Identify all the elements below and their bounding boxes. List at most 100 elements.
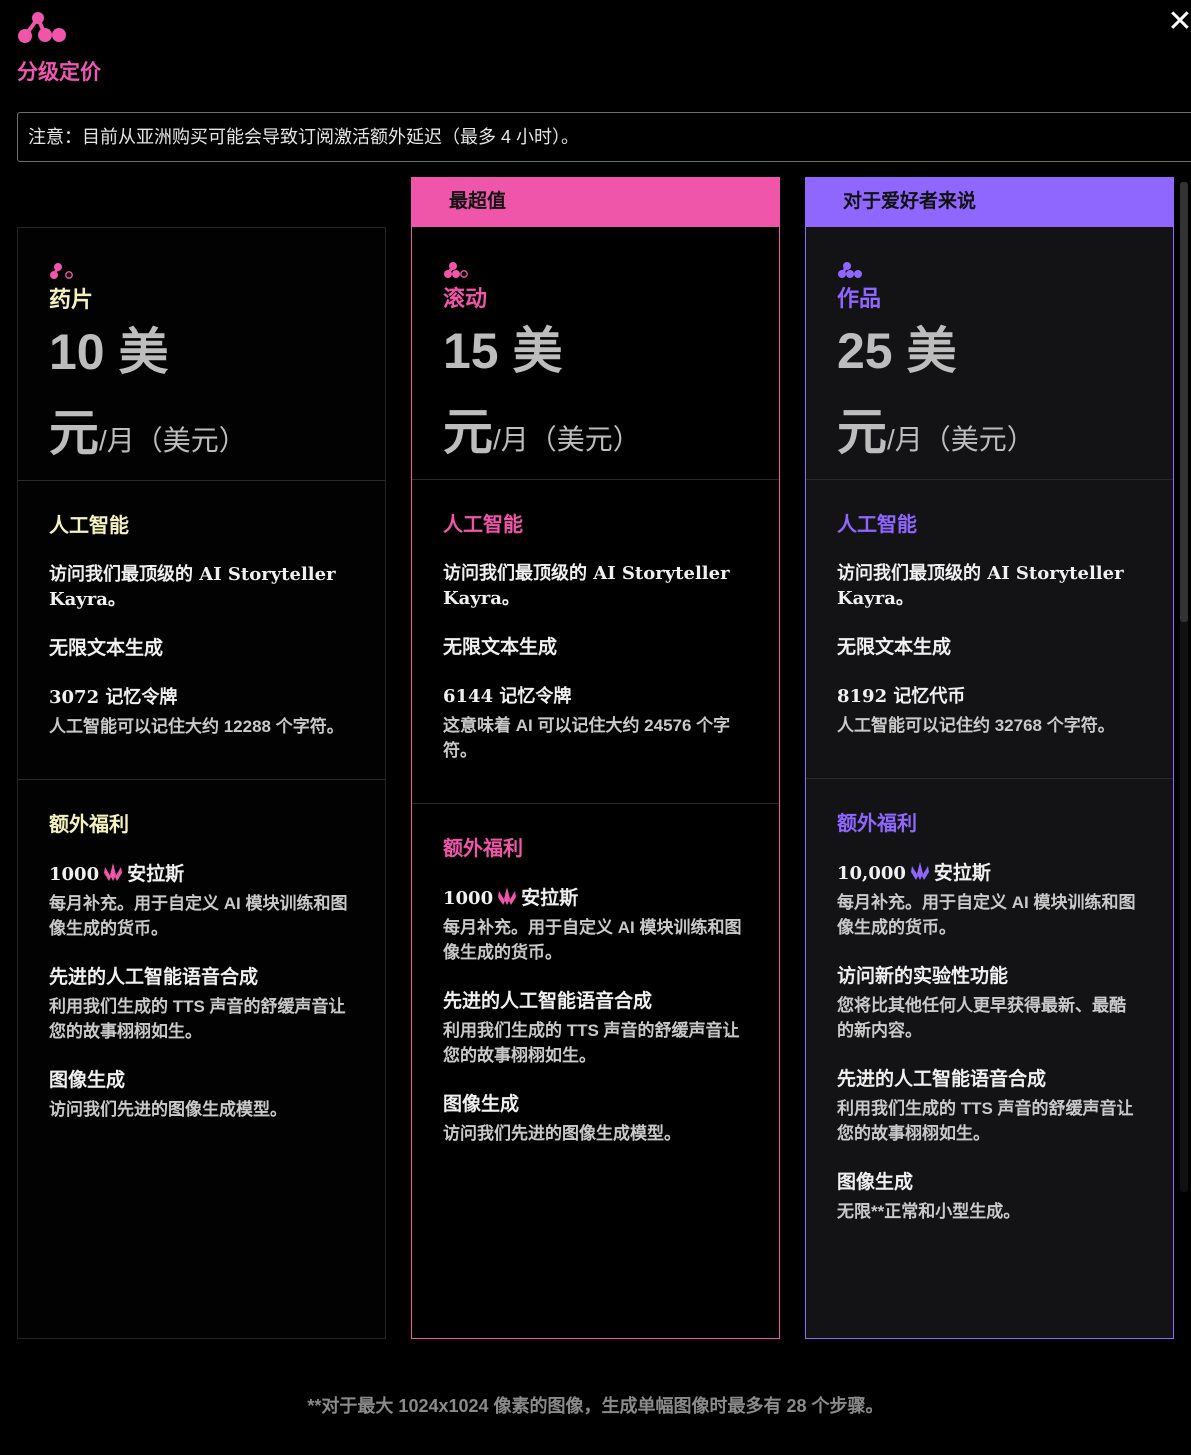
anlas-amount: 10,000 — [837, 863, 906, 884]
feature-desc: 访问我们先进的图像生成模型。 — [443, 1124, 681, 1143]
scrollbar-thumb[interactable] — [1180, 182, 1188, 622]
perks-section-title: 额外福利 — [49, 814, 129, 836]
feature-title: 图像生成 — [49, 1070, 126, 1091]
feature-item: 3072 记忆令牌 人工智能可以记住大约 12288 个字符。 — [49, 685, 354, 739]
tier-card-opus[interactable]: 作品 25 美元/月（美元） 人工智能 访问我们最顶级的 AI Storytel… — [805, 227, 1174, 1339]
feature-desc: 利用我们生成的 TTS 声音的舒缓声音让您的故事栩栩如生。 — [49, 997, 346, 1041]
perks-section: 额外福利 1000 安拉斯 每月补充。用于自定义 AI 模块训练和图像生成的货币。… — [18, 780, 385, 1122]
anlas-title: 1000 安拉斯 — [49, 861, 354, 887]
feature-desc: 利用我们生成的 TTS 声音的舒缓声音让您的故事栩栩如生。 — [837, 1099, 1134, 1143]
tier-card-tablet[interactable]: 药片 10 美元/月（美元） 人工智能 访问我们最顶级的 AI Storytel… — [17, 227, 386, 1339]
tier-name: 药片 — [49, 287, 94, 312]
feature-desc: 人工智能可以记住约 32768 个字符。 — [837, 716, 1115, 735]
feature-desc: 访问我们先进的图像生成模型。 — [49, 1100, 287, 1119]
feature-title: 先进的人工智能语音合成 — [49, 967, 259, 988]
footnote: **对于最大 1024x1024 像素的图像，生成单幅图像时最多有 28 个步骤… — [307, 1396, 884, 1416]
tier-header: 作品 25 美元/月（美元） — [806, 227, 1173, 480]
feature-item: 无限文本生成 — [837, 635, 1142, 660]
ai-section-title: 人工智能 — [443, 514, 523, 536]
feature-item: 先进的人工智能语音合成 利用我们生成的 TTS 声音的舒缓声音让您的故事栩栩如生… — [837, 1067, 1142, 1146]
anlas-label: 安拉斯 — [127, 864, 185, 885]
tier-header: 滚动 15 美元/月（美元） — [412, 227, 779, 480]
feature-item: 图像生成 访问我们先进的图像生成模型。 — [49, 1068, 354, 1122]
perks-section-title: 额外福利 — [837, 813, 917, 835]
feature-title: 8192 记忆代币 — [837, 686, 966, 707]
feature-item: 无限文本生成 — [443, 635, 748, 660]
tier-name: 滚动 — [443, 286, 488, 311]
perks-section: 额外福利 1000 安拉斯 每月补充。用于自定义 AI 模块训练和图像生成的货币。… — [412, 804, 779, 1146]
feature-item: 无限文本生成 — [49, 636, 354, 661]
close-icon: ✕ — [1167, 5, 1191, 38]
notice-banner: 注意：目前从亚洲购买可能会导致订阅激活额外延迟（最多 4 小时）。 — [17, 112, 1191, 162]
badge-best-value: 最超值 — [411, 177, 780, 227]
feature-title: 无限文本生成 — [837, 637, 952, 658]
anlas-amount: 1000 — [443, 888, 494, 909]
feature-desc: 无限**正常和小型生成。 — [837, 1202, 1021, 1221]
tier-scroll-icon — [444, 262, 468, 278]
feature-title: 3072 记忆令牌 — [49, 687, 178, 708]
feature-desc: 每月补充。用于自定义 AI 模块训练和图像生成的货币。 — [837, 893, 1136, 937]
feature-item: 访问我们最顶级的 AI Storyteller Kayra。 — [443, 561, 748, 611]
feature-title: 无限文本生成 — [49, 638, 164, 659]
anlas-icon — [498, 887, 517, 905]
feature-item: 图像生成 访问我们先进的图像生成模型。 — [443, 1092, 748, 1146]
feature-desc: 您将比其他任何人更早获得最新、最酷的新内容。 — [837, 996, 1126, 1040]
feature-desc: 利用我们生成的 TTS 声音的舒缓声音让您的故事栩栩如生。 — [443, 1021, 740, 1065]
tier-price: 25 美元/月（美元） — [837, 317, 1142, 479]
feature-item: 8192 记忆代币 人工智能可以记住约 32768 个字符。 — [837, 684, 1142, 738]
feature-title: 访问新的实验性功能 — [837, 966, 1009, 987]
feature-desc: 每月补充。用于自定义 AI 模块训练和图像生成的货币。 — [49, 894, 348, 938]
feature-item: 先进的人工智能语音合成 利用我们生成的 TTS 声音的舒缓声音让您的故事栩栩如生… — [443, 989, 748, 1068]
anlas-title: 1000 安拉斯 — [443, 885, 748, 911]
anlas-icon — [104, 863, 123, 881]
feature-title: 无限文本生成 — [443, 637, 558, 658]
anlas-label: 安拉斯 — [933, 863, 991, 884]
price-unit: /月（美元） — [887, 424, 1035, 455]
badge-enthusiast: 对于爱好者来说 — [805, 177, 1174, 227]
ai-section: 人工智能 访问我们最顶级的 AI Storyteller Kayra。 无限文本… — [412, 480, 779, 804]
perks-section-title: 额外福利 — [443, 838, 523, 860]
tier-tablet-icon — [50, 263, 73, 279]
tier-opus-icon — [838, 262, 862, 278]
ai-section: 人工智能 访问我们最顶级的 AI Storyteller Kayra。 无限文本… — [18, 481, 385, 780]
anlas-icon — [910, 862, 929, 880]
feature-desc: 人工智能可以记住大约 12288 个字符。 — [49, 717, 344, 736]
feature-item: 图像生成 无限**正常和小型生成。 — [837, 1170, 1142, 1224]
feature-item: 先进的人工智能语音合成 利用我们生成的 TTS 声音的舒缓声音让您的故事栩栩如生… — [49, 965, 354, 1044]
tier-card-scroll[interactable]: 滚动 15 美元/月（美元） 人工智能 访问我们最顶级的 AI Storytel… — [411, 227, 780, 1339]
price-unit: /月（美元） — [493, 424, 641, 455]
feature-desc: 每月补充。用于自定义 AI 模块训练和图像生成的货币。 — [443, 918, 742, 962]
tier-price: 10 美元/月（美元） — [49, 318, 354, 480]
feature-title: 访问我们最顶级的 AI Storyteller Kayra。 — [443, 563, 730, 609]
anlas-title: 10,000 安拉斯 — [837, 860, 1142, 886]
tier-header: 药片 10 美元/月（美元） — [18, 228, 385, 481]
feature-title: 先进的人工智能语音合成 — [837, 1069, 1047, 1090]
feature-item: 访问我们最顶级的 AI Storyteller Kayra。 — [837, 561, 1142, 611]
feature-title: 图像生成 — [837, 1172, 914, 1193]
app-logo-icon — [18, 12, 66, 43]
feature-item: 访问新的实验性功能 您将比其他任何人更早获得最新、最酷的新内容。 — [837, 964, 1142, 1043]
close-button[interactable]: ✕ — [1166, 5, 1191, 38]
anlas-label: 安拉斯 — [521, 888, 579, 909]
anlas-amount: 1000 — [49, 864, 100, 885]
ai-section-title: 人工智能 — [49, 515, 129, 537]
perks-section: 额外福利 10,000 安拉斯 每月补充。用于自定义 AI 模块训练和图像生成的货… — [806, 779, 1173, 1224]
ai-section: 人工智能 访问我们最顶级的 AI Storyteller Kayra。 无限文本… — [806, 480, 1173, 779]
notice-text: 注意：目前从亚洲购买可能会导致订阅激活额外延迟（最多 4 小时）。 — [28, 127, 580, 147]
feature-item: 访问我们最顶级的 AI Storyteller Kayra。 — [49, 562, 354, 612]
price-unit: /月（美元） — [99, 425, 247, 456]
feature-desc: 这意味着 AI 可以记住大约 24576 个字符。 — [443, 716, 731, 760]
feature-item: 10,000 安拉斯 每月补充。用于自定义 AI 模块训练和图像生成的货币。 — [837, 860, 1142, 940]
feature-title: 访问我们最顶级的 AI Storyteller Kayra。 — [837, 563, 1124, 609]
ai-section-title: 人工智能 — [837, 514, 917, 536]
feature-title: 图像生成 — [443, 1094, 520, 1115]
feature-item: 6144 记忆令牌 这意味着 AI 可以记住大约 24576 个字符。 — [443, 684, 748, 763]
tier-name: 作品 — [837, 286, 882, 311]
feature-title: 先进的人工智能语音合成 — [443, 991, 653, 1012]
page-title: 分级定价 — [17, 61, 101, 84]
feature-title: 访问我们最顶级的 AI Storyteller Kayra。 — [49, 564, 336, 610]
feature-title: 6144 记忆令牌 — [443, 686, 572, 707]
tier-price: 15 美元/月（美元） — [443, 317, 748, 479]
feature-item: 1000 安拉斯 每月补充。用于自定义 AI 模块训练和图像生成的货币。 — [443, 885, 748, 965]
feature-item: 1000 安拉斯 每月补充。用于自定义 AI 模块训练和图像生成的货币。 — [49, 861, 354, 941]
